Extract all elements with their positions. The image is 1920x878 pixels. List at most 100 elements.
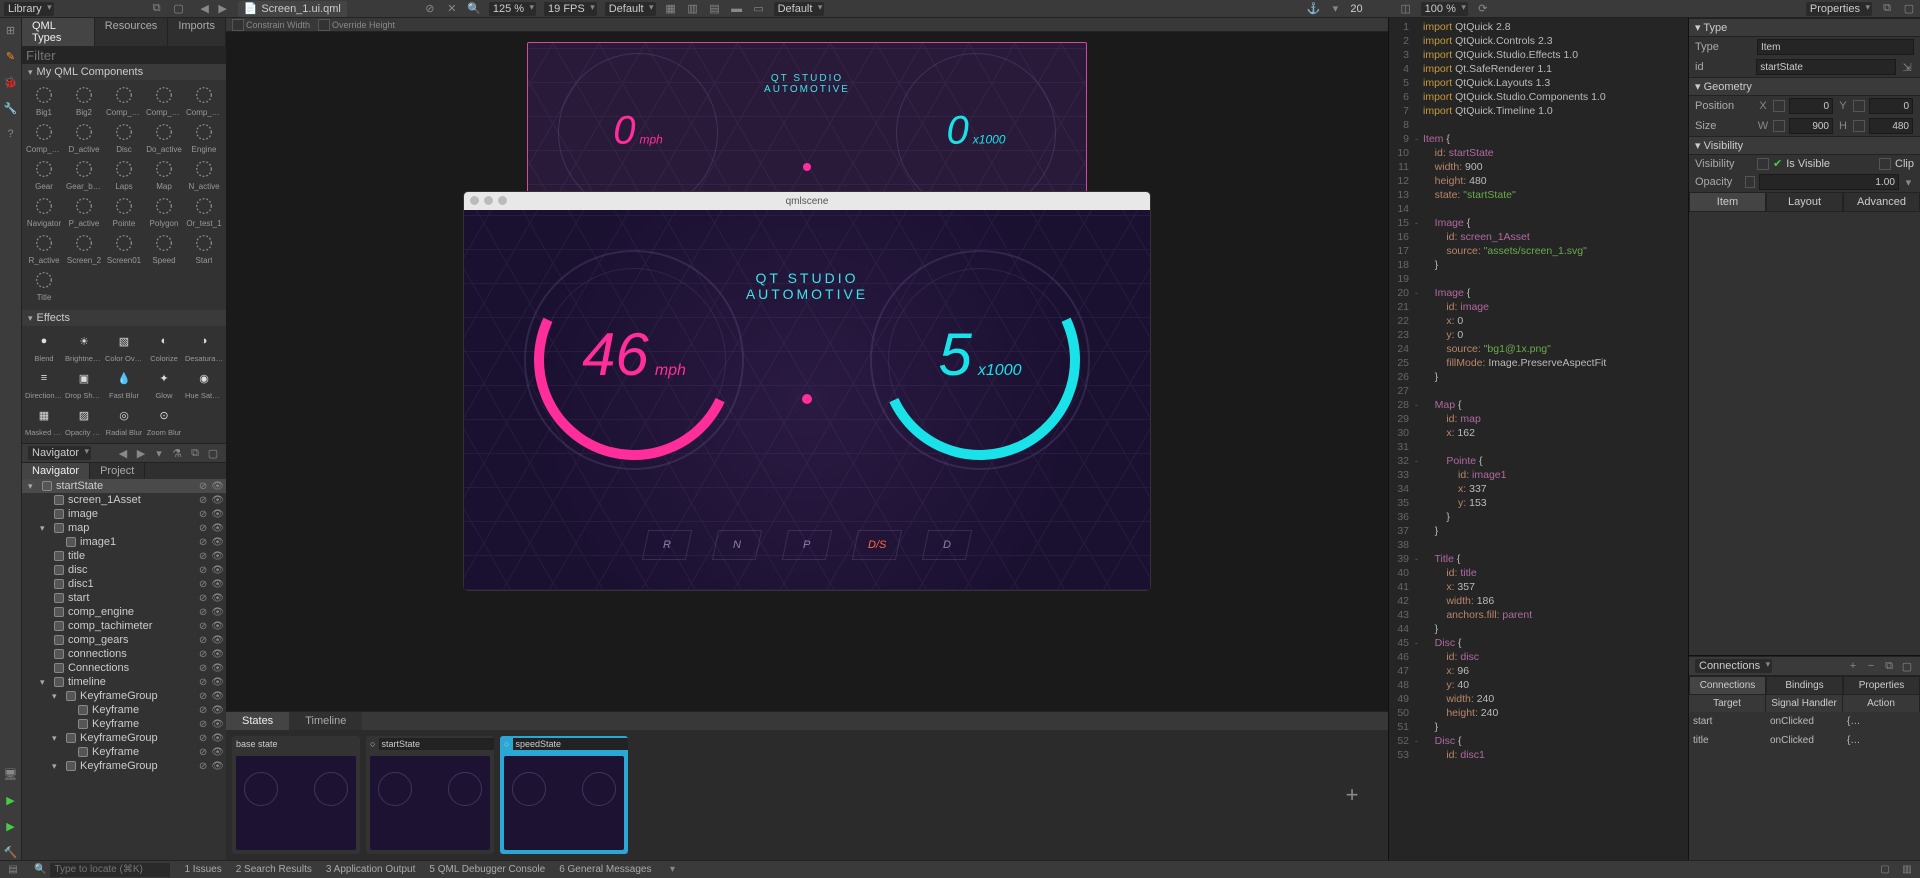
code-line[interactable]: 34 x: 337 xyxy=(1389,482,1688,496)
locator-input[interactable] xyxy=(50,863,170,877)
property-subtab[interactable]: Layout xyxy=(1766,192,1843,212)
library-tab[interactable]: Imports xyxy=(168,18,226,46)
component-item[interactable]: Screen01 xyxy=(104,230,144,267)
export-toggle-icon[interactable]: ⊘ xyxy=(199,761,207,772)
effect-item[interactable]: ▧Color Overlay xyxy=(104,328,144,365)
effect-item[interactable]: 💧Fast Blur xyxy=(104,365,144,402)
code-line[interactable]: 32- Pointe { xyxy=(1389,454,1688,468)
preview-window[interactable]: qmlscene QT STUDIO AUTOMOTIVE 46 xyxy=(464,192,1150,590)
code-line[interactable]: 45- Disc { xyxy=(1389,636,1688,650)
refresh-icon[interactable]: ⟳ xyxy=(1476,2,1490,16)
clip-toggle[interactable] xyxy=(1879,158,1891,170)
export-toggle-icon[interactable]: ⊘ xyxy=(199,649,207,660)
code-line[interactable]: 18 } xyxy=(1389,258,1688,272)
welcome-mode-icon[interactable]: ⊞ xyxy=(3,22,19,38)
zoom2-dropdown[interactable]: 100 % xyxy=(1421,2,1468,16)
code-line[interactable]: 26 } xyxy=(1389,370,1688,384)
visibility-toggle-icon[interactable]: 👁 xyxy=(211,663,224,674)
debug-mode-icon[interactable]: 🐞 xyxy=(3,74,19,90)
fit-icon[interactable]: ◫ xyxy=(1399,2,1413,16)
remove-connection-icon[interactable]: − xyxy=(1864,659,1878,673)
navigator-tab[interactable]: Navigator xyxy=(22,463,90,479)
tree-row[interactable]: image⊘👁 xyxy=(22,507,226,521)
code-line[interactable]: 46 id: disc xyxy=(1389,650,1688,664)
code-line[interactable]: 4import Qt.SafeRenderer 1.1 xyxy=(1389,62,1688,76)
connections-column[interactable]: Signal Handler xyxy=(1766,695,1843,712)
tree-row[interactable]: ▾startState⊘👁 xyxy=(22,479,226,493)
visibility-toggle-icon[interactable]: 👁 xyxy=(211,509,224,520)
opacity-stepper-icon[interactable]: ▾ xyxy=(1903,175,1914,189)
output-pane-button[interactable]: 3 Application Output xyxy=(326,864,416,875)
visibility-toggle-icon[interactable]: 👁 xyxy=(211,649,224,660)
code-line[interactable]: 37 } xyxy=(1389,524,1688,538)
export-toggle-icon[interactable]: ⊘ xyxy=(199,733,207,744)
visibility-toggle-icon[interactable]: 👁 xyxy=(211,551,224,562)
component-item[interactable]: Map xyxy=(144,156,184,193)
tree-row[interactable]: title⊘👁 xyxy=(22,549,226,563)
link-w-icon[interactable] xyxy=(1773,120,1785,132)
component-item[interactable]: Comp_…meter xyxy=(184,82,224,119)
code-line[interactable]: 44 } xyxy=(1389,622,1688,636)
code-line[interactable]: 5import QtQuick.Layouts 1.3 xyxy=(1389,76,1688,90)
code-line[interactable]: 21 id: image xyxy=(1389,300,1688,314)
close-panel-icon[interactable]: ▢ xyxy=(172,2,186,16)
code-line[interactable]: 30 x: 162 xyxy=(1389,426,1688,440)
monitor-icon[interactable]: 🖥 xyxy=(3,766,19,782)
code-line[interactable]: 11 width: 900 xyxy=(1389,160,1688,174)
code-line[interactable]: 19 xyxy=(1389,272,1688,286)
canvas[interactable]: QT STUDIO AUTOMOTIVE 0mph 0x1000 xyxy=(226,32,1388,711)
h-field[interactable] xyxy=(1869,118,1913,134)
design-mode-icon[interactable]: ✎ xyxy=(3,48,19,64)
visibility-toggle-icon[interactable]: 👁 xyxy=(211,523,224,534)
component-item[interactable]: Polygon xyxy=(144,193,184,230)
connections-tab[interactable]: Properties xyxy=(1843,676,1920,695)
projects-mode-icon[interactable]: 🔧 xyxy=(3,100,19,116)
visibility-toggle-icon[interactable]: 👁 xyxy=(211,747,224,758)
component-item[interactable]: Engine xyxy=(184,119,224,156)
run-icon[interactable]: ▶ xyxy=(3,792,19,808)
navigator-dropdown[interactable]: Navigator xyxy=(28,446,91,460)
override-height-checkbox[interactable]: Override Height xyxy=(318,19,395,31)
chevron-down-icon[interactable]: ▾ xyxy=(1328,2,1342,16)
preset2-dropdown[interactable]: Default xyxy=(774,2,825,16)
tree-row[interactable]: comp_gears⊘👁 xyxy=(22,633,226,647)
code-line[interactable]: 31 xyxy=(1389,440,1688,454)
export-toggle-icon[interactable]: ⊘ xyxy=(199,607,207,618)
tree-row[interactable]: image1⊘👁 xyxy=(22,535,226,549)
tree-row[interactable]: Keyframe⊘👁 xyxy=(22,703,226,717)
conn-close-icon[interactable]: ▢ xyxy=(1900,659,1914,673)
code-line[interactable]: 48 y: 40 xyxy=(1389,678,1688,692)
code-line[interactable]: 27 xyxy=(1389,384,1688,398)
visibility-toggle-icon[interactable]: 👁 xyxy=(211,579,224,590)
component-item[interactable]: Comp_engine xyxy=(104,82,144,119)
tree-row[interactable]: Keyframe⊘👁 xyxy=(22,745,226,759)
window-controls[interactable] xyxy=(470,196,507,205)
component-item[interactable]: Laps xyxy=(104,156,144,193)
tree-row[interactable]: disc1⊘👁 xyxy=(22,577,226,591)
effect-item[interactable]: ◎Radial Blur xyxy=(104,402,144,439)
code-line[interactable]: 24 source: "bg1@1x.png" xyxy=(1389,342,1688,356)
opacity-field[interactable] xyxy=(1759,174,1899,190)
export-toggle-icon[interactable]: ⊘ xyxy=(199,551,207,562)
component-item[interactable]: P_active xyxy=(64,193,104,230)
geometry-section-header[interactable]: ▾ Geometry xyxy=(1689,77,1920,96)
navigator-tree[interactable]: ▾startState⊘👁screen_1Asset⊘👁image⊘👁▾map⊘… xyxy=(22,479,226,860)
export-toggle-icon[interactable]: ⊘ xyxy=(199,635,207,646)
component-item[interactable]: Gear xyxy=(24,156,64,193)
visibility-section-header[interactable]: ▾ Visibility xyxy=(1689,136,1920,155)
tree-row[interactable]: start⊘👁 xyxy=(22,591,226,605)
link-h-icon[interactable] xyxy=(1853,120,1865,132)
connections-tab[interactable]: Connections xyxy=(1689,676,1766,695)
component-item[interactable]: Big2 xyxy=(64,82,104,119)
connections-dropdown[interactable]: Connections xyxy=(1695,659,1772,673)
zoom-icon[interactable]: 🔍 xyxy=(467,2,481,16)
output-pane-button[interactable]: 6 General Messages xyxy=(559,864,651,875)
component-item[interactable]: Start xyxy=(184,230,224,267)
export-toggle-icon[interactable]: ⊘ xyxy=(199,481,207,492)
code-line[interactable]: 52- Disc { xyxy=(1389,734,1688,748)
visibility-toggle-icon[interactable]: 👁 xyxy=(211,719,224,730)
nav-left-icon[interactable]: ◀ xyxy=(116,446,130,460)
code-line[interactable]: 47 x: 96 xyxy=(1389,664,1688,678)
nav-right-icon[interactable]: ▶ xyxy=(134,446,148,460)
visibility-toggle-icon[interactable]: 👁 xyxy=(211,495,224,506)
